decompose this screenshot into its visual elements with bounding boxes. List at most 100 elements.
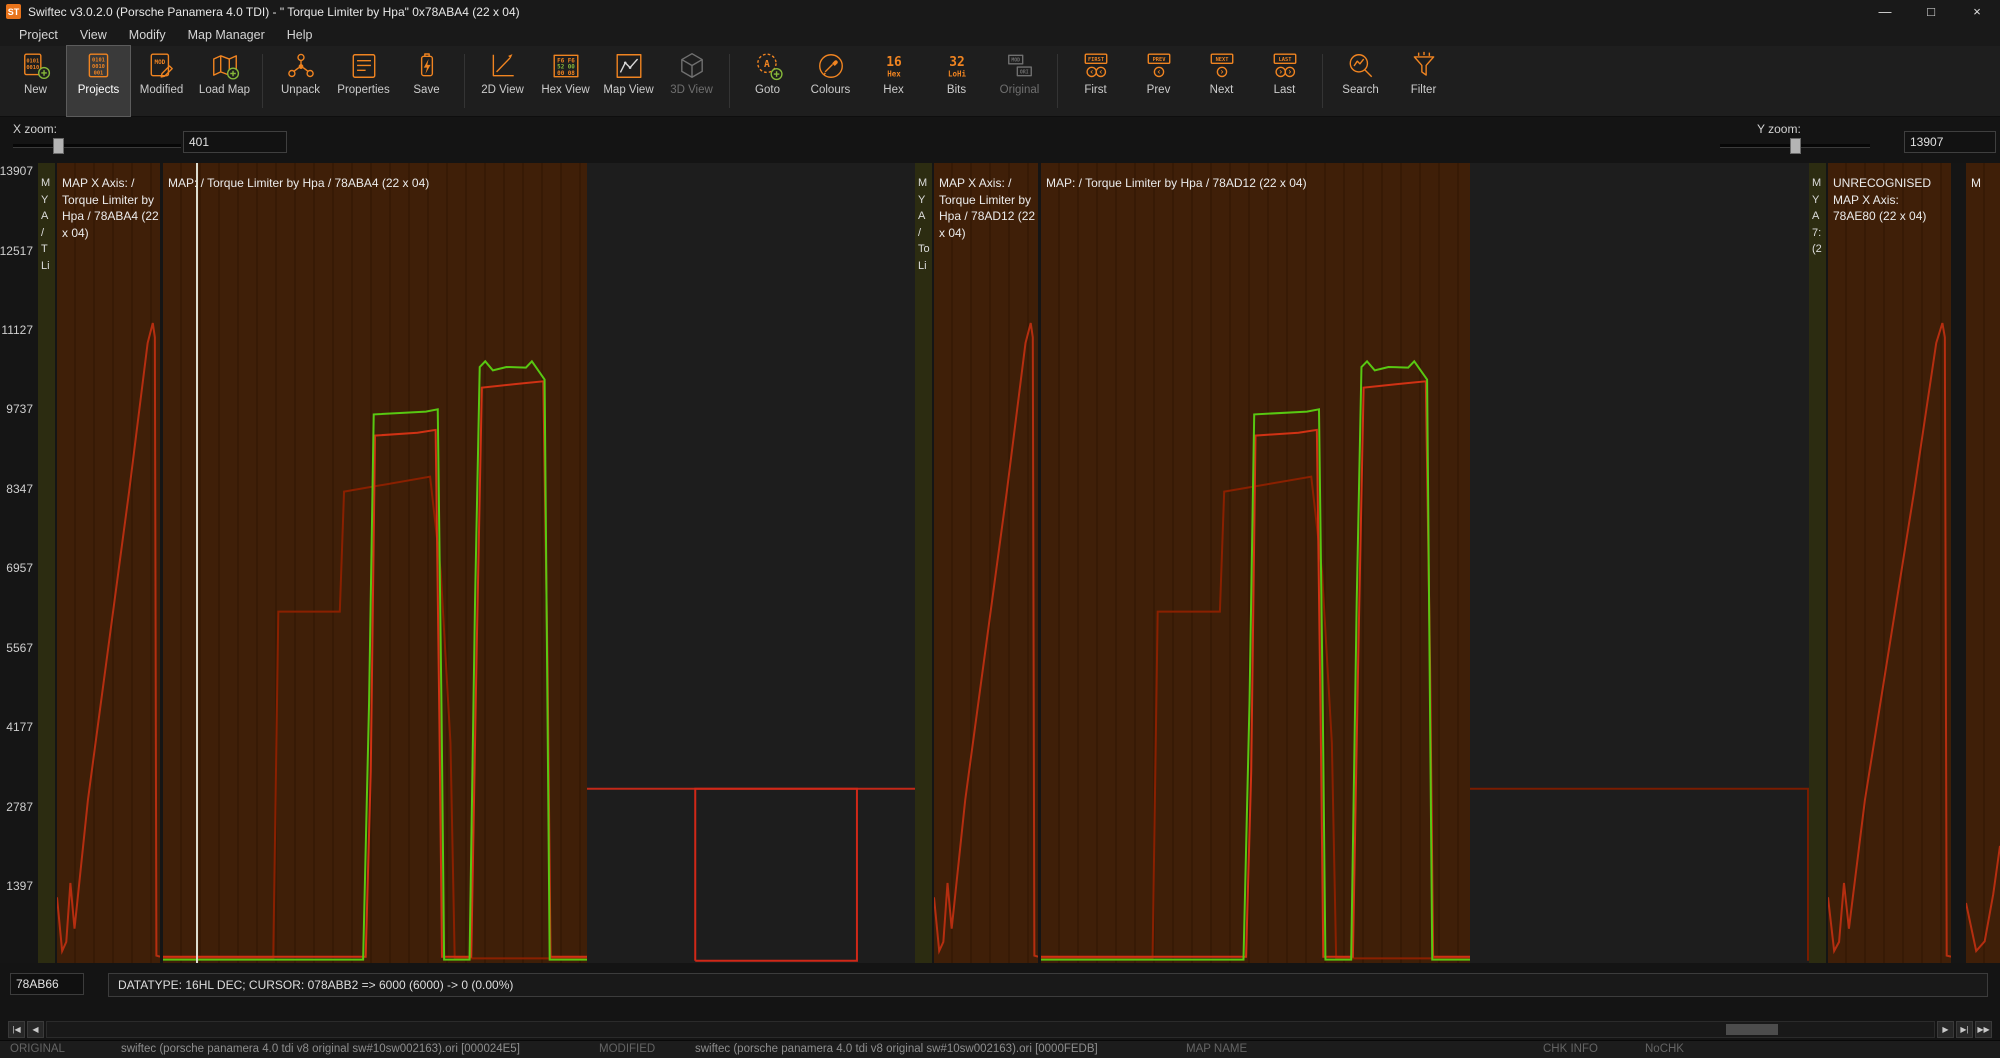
- svg-text:‹: ‹: [1098, 68, 1103, 78]
- toolbar-button-bits[interactable]: 32LoHiBits: [925, 46, 988, 116]
- x-zoom-thumb[interactable]: [53, 138, 64, 154]
- mapview-icon: [614, 51, 644, 81]
- chart-area: 1390712517111279737834769575567417727871…: [0, 163, 2000, 963]
- address-input[interactable]: [10, 973, 84, 995]
- toolbar-button-label: 2D View: [481, 84, 524, 96]
- scroll-end-button[interactable]: ▶▶: [1975, 1021, 1992, 1038]
- toolbar-button-map-view[interactable]: Map View: [597, 46, 660, 116]
- toolbar-separator: [1322, 54, 1323, 108]
- svg-text:MOD: MOD: [154, 60, 165, 66]
- toolbar-button-projects[interactable]: 01010010001Projects: [67, 46, 130, 116]
- map-panel-78ad12-header: MAP: / Torque Limiter by Hpa / 78AD12 (2…: [1046, 175, 1307, 192]
- unrecognised-axis-panel-78ae80[interactable]: UNRECOGNISED MAP X Axis: 78AE80 (22 x 04…: [1828, 163, 1951, 963]
- menu-help[interactable]: Help: [276, 28, 324, 42]
- toolbar-separator: [1057, 54, 1058, 108]
- chk-info-label: CHK INFO: [1543, 1041, 1598, 1058]
- toolbar-button-label: Projects: [78, 84, 120, 96]
- x-zoom-slider[interactable]: [13, 138, 181, 153]
- last-icon: LAST››: [1270, 51, 1300, 81]
- between2-chart: [1470, 163, 1809, 963]
- menu-bar: Project View Modify Map Manager Help: [0, 23, 2000, 46]
- toolbar-button-label: Properties: [337, 84, 389, 96]
- toolbar-button-search[interactable]: Search: [1329, 46, 1392, 116]
- x-zoom-input[interactable]: [183, 131, 287, 153]
- menu-view[interactable]: View: [69, 28, 118, 42]
- svg-text:›: ›: [1219, 68, 1224, 78]
- toolbar-button-label: Next: [1210, 84, 1234, 96]
- series-limiter_mid: [163, 381, 587, 956]
- toolbar-button-filter[interactable]: Filter: [1392, 46, 1455, 116]
- filter-icon: [1409, 51, 1439, 81]
- minimize-button[interactable]: —: [1862, 0, 1908, 23]
- toolbar-button-original: MODORIOriginal: [988, 46, 1051, 116]
- toolbar-button-first[interactable]: FIRST‹‹First: [1064, 46, 1127, 116]
- scroll-last-button[interactable]: ▶|: [1956, 1021, 1973, 1038]
- svg-text:›: ›: [1287, 68, 1292, 78]
- toolbar-button-2d-view[interactable]: 2D View: [471, 46, 534, 116]
- toolbar-separator: [729, 54, 730, 108]
- map-panel-78ad12[interactable]: MAP: / Torque Limiter by Hpa / 78AD12 (2…: [1041, 163, 1470, 963]
- toolbar-button-label: 3D View: [670, 84, 713, 96]
- toolbar-button-label: Save: [413, 84, 439, 96]
- original-icon: MODORI: [1005, 51, 1035, 81]
- toolbar-button-last[interactable]: LAST››Last: [1253, 46, 1316, 116]
- colours-icon: [816, 51, 846, 81]
- maximize-button[interactable]: □: [1908, 0, 1954, 23]
- toolbar-button-hex-view[interactable]: F6 F652 0000 08Hex View: [534, 46, 597, 116]
- first-icon: FIRST‹‹: [1081, 51, 1111, 81]
- toolbar-button-hex[interactable]: 16HexHex: [862, 46, 925, 116]
- toolbar-button-colours[interactable]: Colours: [799, 46, 862, 116]
- menu-project[interactable]: Project: [8, 28, 69, 42]
- svg-text:A: A: [764, 59, 770, 70]
- map-panel-78aba4-header: MAP: / Torque Limiter by Hpa / 78ABA4 (2…: [168, 175, 429, 192]
- map-panel-78aba4[interactable]: MAP: / Torque Limiter by Hpa / 78ABA4 (2…: [163, 163, 587, 963]
- x-axis-panel-78aba4[interactable]: MAP X Axis: / Torque Limiter by Hpa / 78…: [57, 163, 160, 963]
- y-tick-label: 4177: [6, 720, 33, 734]
- toolbar-button-properties[interactable]: Properties: [332, 46, 395, 116]
- x-zoom-label: X zoom:: [13, 122, 57, 136]
- toolbar-button-label: Filter: [1411, 84, 1437, 96]
- y-zoom-input[interactable]: [1904, 131, 1996, 153]
- cursor-line[interactable]: [196, 163, 198, 963]
- modified-file-path: swiftec (porsche panamera 4.0 tdi v8 ori…: [695, 1041, 1098, 1058]
- svg-text:‹: ‹: [1089, 68, 1094, 78]
- toolbar-button-modified[interactable]: MODModified: [130, 46, 193, 116]
- scroll-next-button[interactable]: ▶: [1937, 1021, 1954, 1038]
- horizontal-scrollbar[interactable]: [46, 1021, 1935, 1038]
- toolbar-button-load-map[interactable]: Load Map: [193, 46, 256, 116]
- scroll-prev-button[interactable]: ◀: [27, 1021, 44, 1038]
- toolbar-button-label: Goto: [755, 84, 780, 96]
- toolbar-button-save[interactable]: Save: [395, 46, 458, 116]
- main2-chart: [1041, 163, 1470, 963]
- scrollbar-thumb[interactable]: [1726, 1024, 1778, 1035]
- y-tick-label: 5567: [6, 641, 33, 655]
- y-tick-label: 8347: [6, 482, 33, 496]
- goto-icon: A: [753, 51, 783, 81]
- toolbar-button-goto[interactable]: A Goto: [736, 46, 799, 116]
- svg-text:F6 F6: F6 F6: [557, 58, 575, 64]
- series-limiter_low: [163, 477, 587, 959]
- toolbar-button-next[interactable]: NEXT›Next: [1190, 46, 1253, 116]
- empty-region-1[interactable]: [587, 163, 915, 963]
- scroll-first-button[interactable]: |◀: [8, 1021, 25, 1038]
- toolbar-button-prev[interactable]: PREV‹Prev: [1127, 46, 1190, 116]
- bits-icon: 32LoHi: [942, 51, 972, 81]
- properties-icon: [349, 51, 379, 81]
- x-axis-panel-78ad12[interactable]: MAP X Axis: / Torque Limiter by Hpa / 78…: [934, 163, 1038, 963]
- collapsed-panel-3[interactable]: M Y A 7: (2: [1809, 163, 1826, 963]
- datatype-cursor-info: DATATYPE: 16HL DEC; CURSOR: 078ABB2 => 6…: [108, 973, 1988, 997]
- toolbar-button-unpack[interactable]: Unpack: [269, 46, 332, 116]
- next-panel-edge[interactable]: M: [1966, 163, 2000, 963]
- close-button[interactable]: ×: [1954, 0, 2000, 23]
- modified-icon: MOD: [147, 51, 177, 81]
- x-zoom-track[interactable]: [13, 144, 181, 148]
- menu-modify[interactable]: Modify: [118, 28, 177, 42]
- menu-map-manager[interactable]: Map Manager: [177, 28, 276, 42]
- toolbar-button-new[interactable]: 01010010New: [4, 46, 67, 116]
- toolbar-button-label: Hex: [883, 84, 903, 96]
- y-zoom-thumb[interactable]: [1790, 138, 1801, 154]
- y-zoom-slider[interactable]: [1720, 138, 1870, 153]
- collapsed-panel-1[interactable]: M Y A / T Li: [38, 163, 55, 963]
- collapsed-panel-2[interactable]: M Y A / To Li: [915, 163, 932, 963]
- empty-region-2[interactable]: [1470, 163, 1809, 963]
